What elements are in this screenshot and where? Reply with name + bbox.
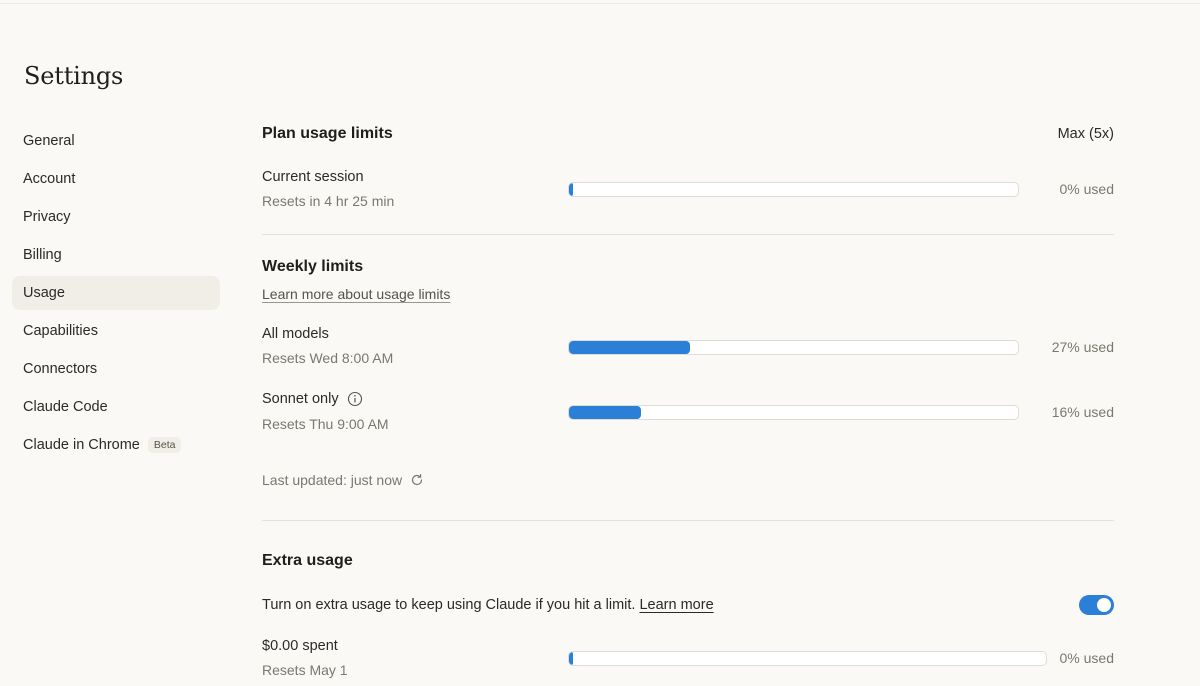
sidebar-item-label: Privacy (23, 209, 71, 225)
sidebar-item-general[interactable]: General (12, 124, 220, 158)
all-models-label: All models (262, 326, 329, 342)
extra-spent-label: $0.00 spent (262, 638, 338, 654)
progress-fill (569, 406, 641, 419)
sonnet-only-resets: Resets Thu 9:00 AM (262, 416, 389, 432)
beta-badge: Beta (147, 437, 182, 453)
all-models-resets: Resets Wed 8:00 AM (262, 350, 394, 366)
sidebar-item-usage[interactable]: Usage (12, 276, 220, 310)
page-title: Settings (24, 62, 124, 90)
all-models-used: 27% used (1051, 339, 1114, 355)
sidebar-item-billing[interactable]: Billing (12, 238, 220, 272)
sidebar-item-label: Capabilities (23, 323, 98, 339)
divider (262, 234, 1114, 235)
extra-spent-resets: Resets May 1 (262, 662, 348, 678)
plan-usage-title: Plan usage limits (262, 125, 393, 142)
sidebar-item-label: Account (23, 171, 76, 187)
sonnet-only-label: Sonnet only (262, 391, 339, 407)
extra-usage-learn-more-link[interactable]: Learn more (639, 597, 713, 613)
learn-more-usage-limits-link[interactable]: Learn more about usage limits (262, 286, 450, 302)
progress-fill (569, 341, 691, 354)
all-models-progress-bar (568, 340, 1019, 355)
plan-name: Max (5x) (1057, 126, 1114, 142)
sonnet-only-used: 16% used (1051, 404, 1114, 420)
sidebar-item-label: Connectors (23, 361, 98, 377)
weekly-limits-title: Weekly limits (262, 258, 364, 275)
progress-fill (569, 183, 573, 196)
extra-usage-title: Extra usage (262, 552, 353, 569)
current-session-label: Current session (262, 169, 364, 185)
sidebar-item-connectors[interactable]: Connectors (12, 352, 220, 386)
sonnet-only-row: Sonnet only (262, 391, 363, 407)
last-updated-text: Last updated: just now (262, 472, 403, 488)
sidebar-item-label: General (23, 133, 75, 149)
progress-fill (569, 652, 573, 665)
sidebar-nav: General Account Privacy Billing Usage Ca… (12, 124, 220, 466)
extra-spent-used: 0% used (1059, 650, 1114, 666)
sidebar-item-label: Claude in Chrome (23, 437, 140, 453)
extra-spent-progress-bar (568, 651, 1047, 666)
last-updated: Last updated: just now (262, 472, 424, 488)
usage-panel: Plan usage limits Max (5x) Current sessi… (262, 0, 1114, 686)
sidebar-item-label: Usage (23, 285, 65, 301)
extra-usage-description: Turn on extra usage to keep using Claude… (262, 597, 714, 613)
sidebar-item-claude-code[interactable]: Claude Code (12, 390, 220, 424)
current-session-progress-bar (568, 182, 1019, 197)
sidebar-item-label: Billing (23, 247, 62, 263)
sidebar-item-account[interactable]: Account (12, 162, 220, 196)
sonnet-only-progress-bar (568, 405, 1019, 420)
refresh-icon[interactable] (410, 473, 424, 487)
info-icon[interactable] (347, 391, 363, 407)
current-session-used: 0% used (1059, 181, 1114, 197)
sidebar-item-claude-in-chrome[interactable]: Claude in Chrome Beta (12, 428, 220, 462)
toggle-knob (1097, 598, 1111, 612)
sidebar-item-privacy[interactable]: Privacy (12, 200, 220, 234)
current-session-resets: Resets in 4 hr 25 min (262, 193, 395, 209)
extra-usage-description-text: Turn on extra usage to keep using Claude… (262, 597, 636, 613)
divider (262, 520, 1114, 521)
sidebar-item-label: Claude Code (23, 399, 108, 415)
extra-usage-toggle[interactable] (1079, 595, 1114, 615)
sidebar-item-capabilities[interactable]: Capabilities (12, 314, 220, 348)
